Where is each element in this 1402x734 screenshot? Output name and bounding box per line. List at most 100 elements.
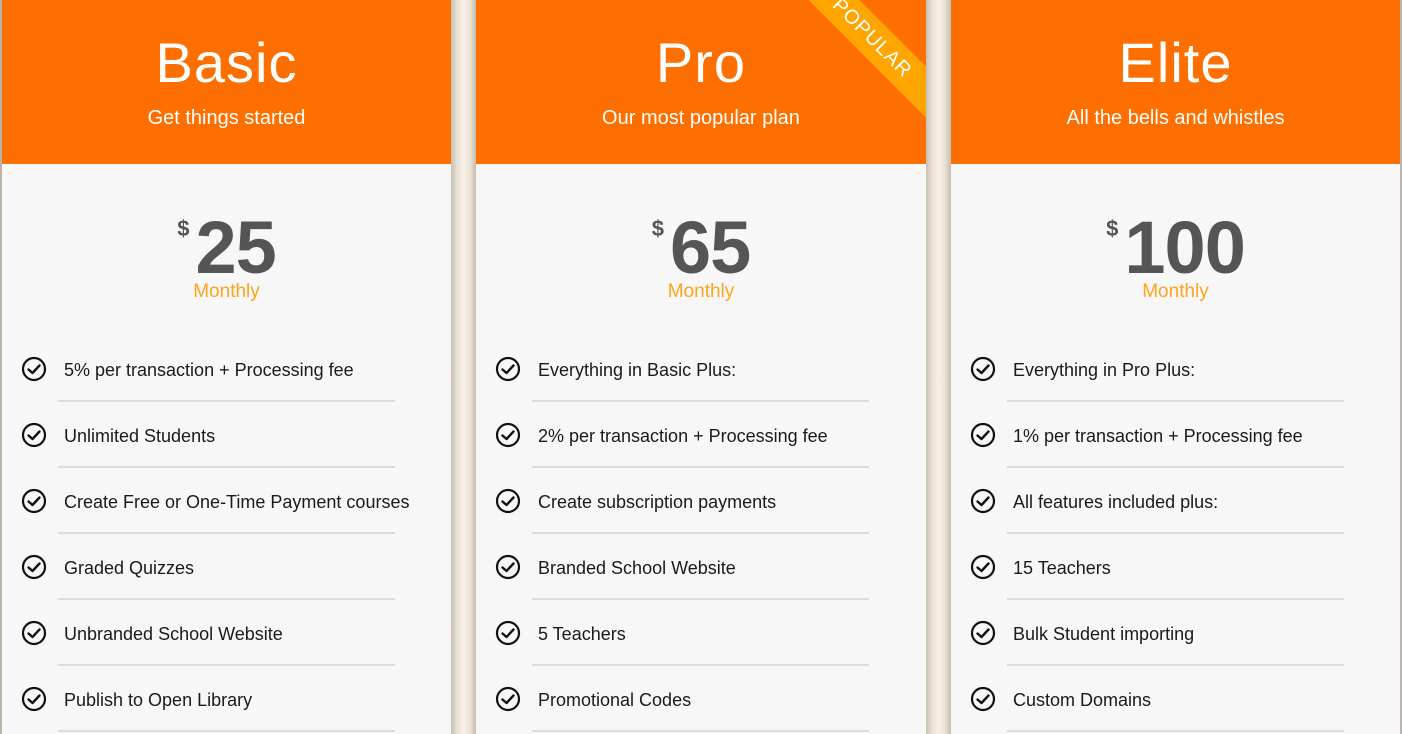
feature-item: Unbranded School Website [2, 602, 451, 668]
feature-item: Create subscription payments [476, 470, 926, 536]
feature-text: Bulk Student importing [1013, 624, 1195, 644]
divider [532, 466, 869, 468]
check-circle-icon [495, 554, 521, 580]
plan-tagline: Our most popular plan [602, 107, 800, 129]
feature-text: Promotional Codes [538, 690, 692, 710]
feature-item: Promotional Codes [476, 668, 926, 734]
feature-item: Create Free or One-Time Payment courses [2, 470, 451, 536]
divider [1007, 598, 1344, 600]
check-circle-icon [495, 620, 521, 646]
check-circle-icon [970, 554, 996, 580]
feature-text: Publish to Open Library [64, 690, 253, 710]
feature-text: Branded School Website [538, 558, 736, 578]
price-amount: 25 [195, 206, 276, 289]
plan-header: Elite All the bells and whistles [951, 0, 1400, 164]
feature-text: Unbranded School Website [64, 624, 283, 644]
check-circle-icon [970, 488, 996, 514]
billing-period: Monthly [667, 281, 735, 302]
feature-item: 5% per transaction + Processing fee [2, 338, 451, 404]
plan-card-elite: Elite All the bells and whistles $100 Mo… [951, 0, 1400, 734]
check-circle-icon [495, 488, 521, 514]
price-amount: 100 [1124, 206, 1245, 289]
currency-symbol: $ [177, 216, 190, 241]
check-circle-icon [21, 422, 47, 448]
billing-period: Monthly [1142, 281, 1209, 302]
card-gap [451, 0, 476, 734]
divider [532, 598, 869, 600]
divider [58, 730, 395, 732]
feature-text: Create subscription payments [538, 492, 777, 512]
feature-list: Everything in Pro Plus: 1% per transacti… [951, 338, 1400, 734]
check-circle-icon [21, 488, 47, 514]
check-circle-icon [495, 356, 521, 382]
check-circle-icon [21, 554, 47, 580]
divider [1007, 532, 1344, 534]
plan-price: $25 Monthly [2, 164, 451, 304]
check-circle-icon [970, 620, 996, 646]
divider [58, 598, 395, 600]
feature-item: Everything in Pro Plus: [951, 338, 1400, 404]
plan-name: Basic [155, 31, 298, 94]
divider [532, 730, 869, 732]
divider [532, 400, 869, 402]
feature-text: Everything in Basic Plus: [538, 360, 737, 380]
feature-item: All features included plus: [951, 470, 1400, 536]
divider [532, 664, 869, 666]
feature-text: Create Free or One-Time Payment courses [64, 492, 410, 512]
divider [1007, 466, 1344, 468]
feature-text: Graded Quizzes [64, 558, 195, 578]
divider [532, 532, 869, 534]
plan-header: Pro Our most popular plan POPULAR [476, 0, 926, 164]
divider [58, 400, 395, 402]
feature-item: Unlimited Students [2, 404, 451, 470]
feature-text: 5 Teachers [538, 624, 626, 644]
plan-name: Elite [1118, 31, 1233, 94]
plan-header: Basic Get things started [2, 0, 451, 164]
feature-text: 2% per transaction + Processing fee [538, 426, 828, 446]
check-circle-icon [970, 686, 996, 712]
feature-item: Everything in Basic Plus: [476, 338, 926, 404]
divider [58, 466, 395, 468]
currency-symbol: $ [651, 216, 664, 241]
plan-card-basic: Basic Get things started $25 Monthly 5% … [2, 0, 451, 734]
feature-item: Branded School Website [476, 536, 926, 602]
feature-item: 2% per transaction + Processing fee [476, 404, 926, 470]
feature-text: Everything in Pro Plus: [1013, 360, 1196, 380]
feature-item: Publish to Open Library [2, 668, 451, 734]
plan-tagline: All the bells and whistles [1066, 107, 1285, 129]
check-circle-icon [21, 620, 47, 646]
feature-item: 1% per transaction + Processing fee [951, 404, 1400, 470]
feature-list: 5% per transaction + Processing fee Unli… [2, 338, 451, 734]
check-circle-icon [21, 686, 47, 712]
plan-price: $65 Monthly [476, 164, 926, 304]
feature-list: Everything in Basic Plus: 2% per transac… [476, 338, 926, 734]
feature-text: Custom Domains [1013, 690, 1152, 710]
plan-card-pro: Pro Our most popular plan POPULAR $65 Mo… [476, 0, 926, 734]
feature-text: 1% per transaction + Processing fee [1013, 426, 1303, 446]
divider [58, 664, 395, 666]
check-circle-icon [21, 356, 47, 382]
feature-item: 15 Teachers [951, 536, 1400, 602]
feature-item: Bulk Student importing [951, 602, 1400, 668]
feature-item: Custom Domains [951, 668, 1400, 734]
card-gap [926, 0, 951, 734]
feature-item: Graded Quizzes [2, 536, 451, 602]
check-circle-icon [970, 422, 996, 448]
divider [1007, 730, 1344, 732]
check-circle-icon [970, 356, 996, 382]
currency-symbol: $ [1106, 216, 1119, 241]
check-circle-icon [495, 686, 521, 712]
divider [1007, 664, 1344, 666]
divider [1007, 400, 1344, 402]
plan-tagline: Get things started [147, 107, 306, 129]
price-amount: 65 [669, 206, 751, 289]
feature-item: 5 Teachers [476, 602, 926, 668]
check-circle-icon [495, 422, 521, 448]
feature-text: 15 Teachers [1013, 558, 1111, 578]
billing-period: Monthly [193, 281, 260, 302]
plan-price: $100 Monthly [951, 164, 1400, 304]
divider [58, 532, 395, 534]
feature-text: All features included plus: [1013, 492, 1219, 512]
feature-text: 5% per transaction + Processing fee [64, 360, 354, 380]
feature-text: Unlimited Students [64, 426, 216, 446]
